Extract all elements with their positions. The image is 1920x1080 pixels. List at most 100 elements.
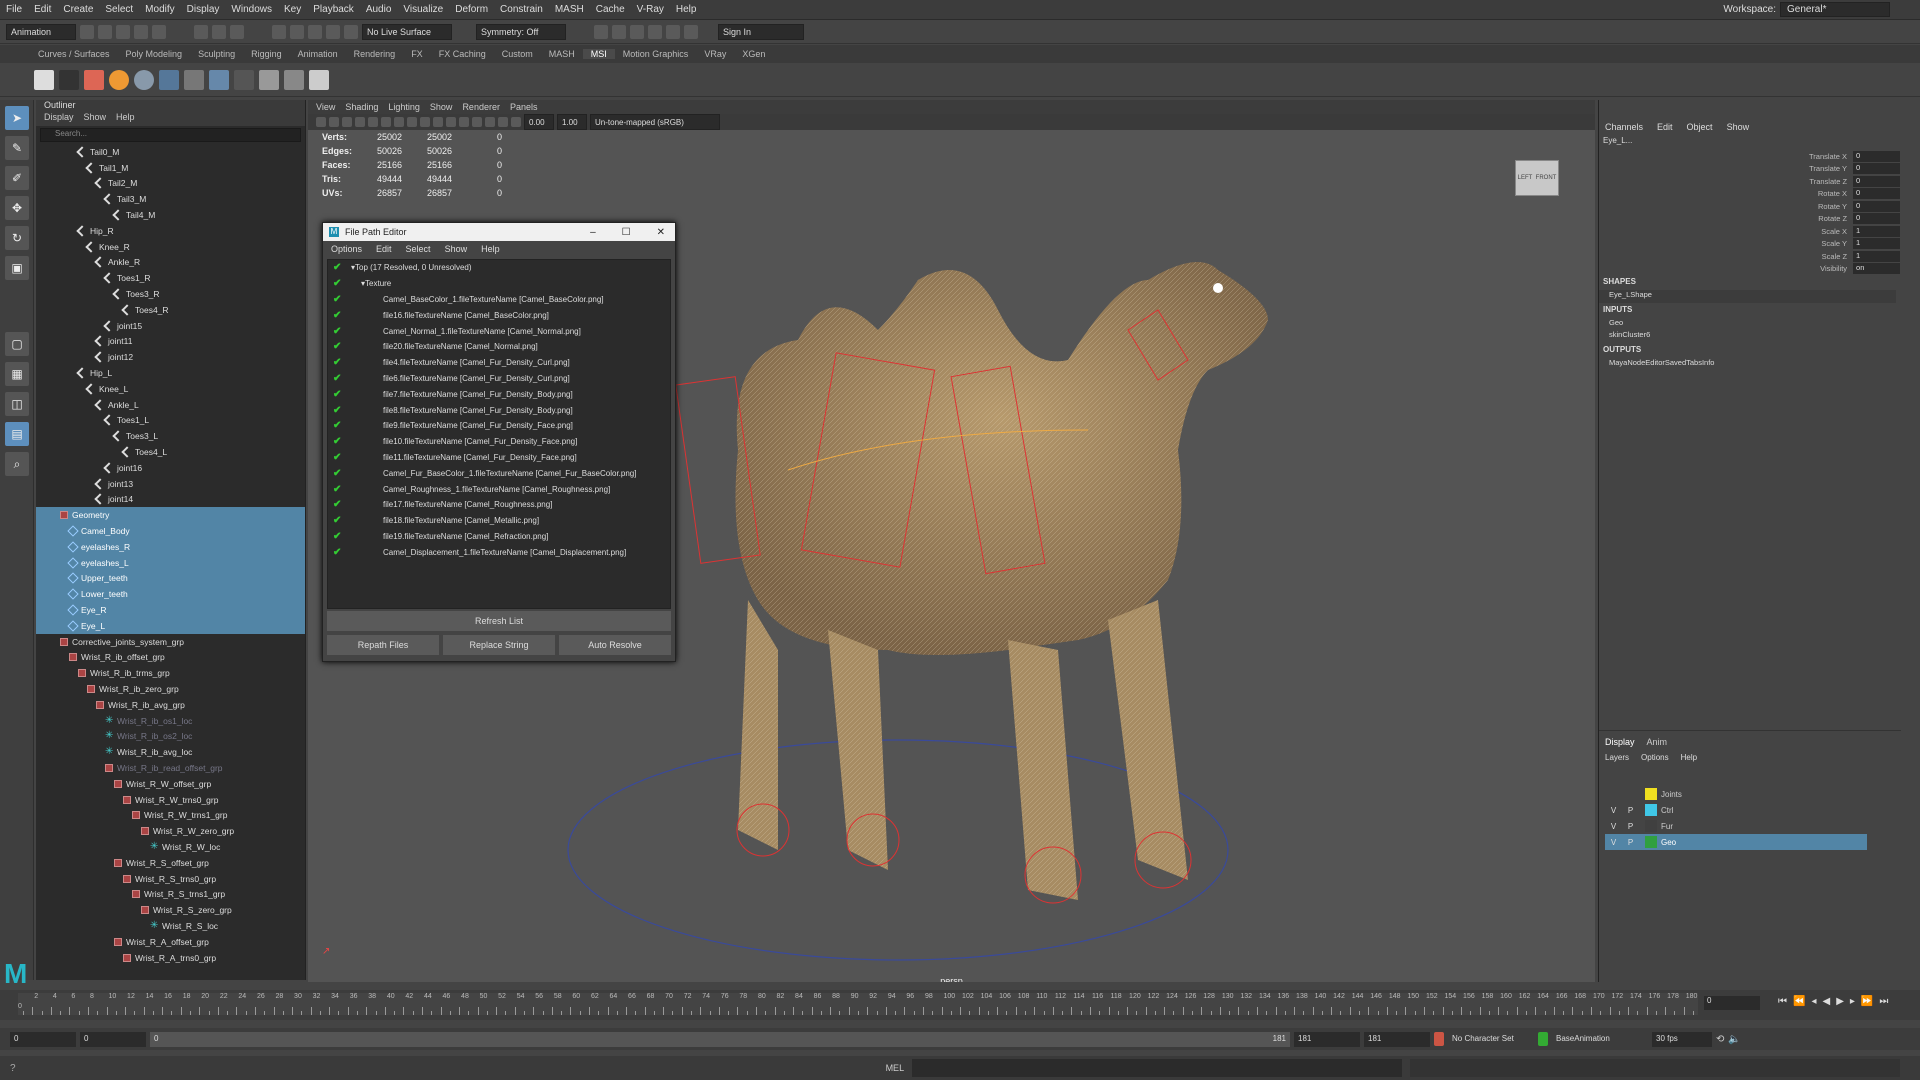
bookmark-icon[interactable] bbox=[342, 117, 352, 127]
outliner-row[interactable]: Wrist_R_ib_trms_grp bbox=[36, 665, 305, 681]
menu-audio[interactable]: Audio bbox=[360, 4, 398, 15]
shelf-tab-polymodeling[interactable]: Poly Modeling bbox=[118, 49, 191, 59]
menu-help[interactable]: Help bbox=[670, 4, 703, 15]
tab-display[interactable]: Display bbox=[1605, 737, 1635, 747]
outliner-row[interactable]: Eye_R bbox=[36, 602, 305, 618]
ipr-render-icon[interactable] bbox=[630, 24, 644, 39]
select-hierarchy-icon[interactable] bbox=[194, 24, 208, 39]
viewport-menu-lighting[interactable]: Lighting bbox=[388, 102, 420, 112]
channel-value[interactable]: 1 bbox=[1853, 250, 1900, 262]
menu-create[interactable]: Create bbox=[57, 4, 99, 15]
fpe-file-row[interactable]: ✔ file20.fileTextureName [Camel_Normal.pn… bbox=[328, 339, 670, 355]
outliner-row[interactable]: joint13 bbox=[36, 476, 305, 492]
move-tool-icon[interactable]: ✥ bbox=[5, 196, 29, 220]
loop-icon[interactable]: ⟲ bbox=[1716, 1034, 1724, 1045]
shelf-tab-custom[interactable]: Custom bbox=[494, 49, 541, 59]
snap-point-icon[interactable] bbox=[308, 24, 322, 39]
menu-file[interactable]: File bbox=[0, 4, 28, 15]
snap-view-icon[interactable] bbox=[326, 24, 340, 39]
channel-value[interactable]: 0 bbox=[1853, 163, 1900, 175]
channel-row[interactable]: Translate Z 0 bbox=[1599, 175, 1900, 188]
fpe-file-row[interactable]: ✔ file6.fileTextureName [Camel_Fur_Densit… bbox=[328, 371, 670, 387]
outliner-menu-display[interactable]: Display bbox=[44, 112, 74, 126]
menu-vray[interactable]: V-Ray bbox=[631, 4, 670, 15]
redo-icon[interactable] bbox=[152, 24, 166, 39]
menu-playback[interactable]: Playback bbox=[307, 4, 360, 15]
outliner-row[interactable]: joint16 bbox=[36, 460, 305, 476]
symmetry-dropdown[interactable]: Symmetry: Off bbox=[476, 23, 566, 40]
menu-key[interactable]: Key bbox=[278, 4, 307, 15]
shadows-icon[interactable] bbox=[472, 117, 482, 127]
safe-action-icon[interactable] bbox=[407, 117, 417, 127]
eye-l-mesh[interactable] bbox=[1213, 283, 1223, 293]
outliner-row[interactable]: Wrist_R_W_zero_grp bbox=[36, 823, 305, 839]
viewcube-left-face[interactable]: LEFT bbox=[1518, 175, 1533, 181]
step-forward-key-icon[interactable]: ⏩ bbox=[1861, 996, 1873, 1007]
fpe-file-row[interactable]: ✔ file4.fileTextureName [Camel_Fur_Densit… bbox=[328, 355, 670, 371]
lighting-icon[interactable] bbox=[459, 117, 469, 127]
channel-value[interactable]: 0 bbox=[1853, 175, 1900, 187]
character-set-dropdown[interactable]: No Character Set bbox=[1448, 1031, 1534, 1047]
layer-color-swatch[interactable] bbox=[1645, 804, 1657, 816]
shelf-sphere-icon[interactable] bbox=[109, 69, 129, 90]
shelf-script-icon[interactable] bbox=[34, 69, 54, 90]
repath-files-button[interactable]: Repath Files bbox=[327, 635, 439, 655]
script-language-label[interactable]: MEL bbox=[886, 1063, 905, 1073]
time-slider[interactable]: 2 4 6 8 10 12 14 16 18 20 22 24 26 28 30 32 34 36 38 40 42 44… bbox=[0, 990, 1920, 1020]
outliner-row[interactable]: Wrist_R_ib_avg_grp bbox=[36, 697, 305, 713]
undo-icon[interactable] bbox=[134, 24, 148, 39]
outliner-row[interactable]: joint14 bbox=[36, 492, 305, 508]
grid-toggle-icon[interactable] bbox=[368, 117, 378, 127]
fpe-file-row[interactable]: ✔ file16.fileTextureName [Camel_BaseColor… bbox=[328, 307, 670, 323]
snap-curve-icon[interactable] bbox=[290, 24, 304, 39]
cb-menu-show[interactable]: Show bbox=[1727, 122, 1750, 132]
fpe-titlebar[interactable]: M File Path Editor – ☐ ✕ bbox=[323, 223, 675, 241]
range-bar[interactable]: 0 181 bbox=[150, 1031, 1290, 1047]
snap-surface-icon[interactable] bbox=[344, 24, 358, 39]
outliner-row[interactable]: Hip_L bbox=[36, 365, 305, 381]
outliner-row[interactable]: Tail1_M bbox=[36, 160, 305, 176]
fpe-file-row[interactable]: ✔ file19.fileTextureName [Camel_Refractio… bbox=[328, 529, 670, 545]
viewport-menu-show[interactable]: Show bbox=[430, 102, 453, 112]
image-plane-icon[interactable] bbox=[355, 117, 365, 127]
auto-key-icon[interactable] bbox=[1434, 1032, 1444, 1046]
playback-end-field[interactable]: 181 bbox=[1294, 1031, 1360, 1047]
layers-menu-layers[interactable]: Layers bbox=[1605, 753, 1629, 762]
select-object-icon[interactable] bbox=[212, 24, 226, 39]
outliner-row[interactable]: Hip_R bbox=[36, 223, 305, 239]
menu-constrain[interactable]: Constrain bbox=[494, 4, 549, 15]
play-backward-icon[interactable]: ◀ bbox=[1822, 996, 1830, 1007]
layer-visibility-toggle[interactable]: V bbox=[1605, 806, 1622, 815]
menu-edit[interactable]: Edit bbox=[28, 4, 57, 15]
menu-select[interactable]: Select bbox=[99, 4, 139, 15]
outliner-search-input[interactable]: Search... bbox=[40, 128, 301, 142]
shelf-tab-rendering[interactable]: Rendering bbox=[346, 49, 404, 59]
outliner-row[interactable]: Corrective_joints_system_grp bbox=[36, 634, 305, 650]
outliner-row[interactable]: Toes4_L bbox=[36, 444, 305, 460]
display-layer-row[interactable]: V P Geo bbox=[1605, 834, 1867, 850]
outliner-row[interactable]: Toes3_L bbox=[36, 428, 305, 444]
step-back-key-icon[interactable]: ⏪ bbox=[1793, 996, 1805, 1007]
channel-row[interactable]: Scale Z 1 bbox=[1599, 250, 1900, 263]
channel-row[interactable]: Rotate X 0 bbox=[1599, 188, 1900, 201]
outliner-row[interactable]: Wrist_R_S_trns0_grp bbox=[36, 871, 305, 887]
outliner-row[interactable]: ✳ Wrist_R_W_loc bbox=[36, 839, 305, 855]
exposure-field[interactable]: 0.00 bbox=[524, 114, 554, 130]
fpe-file-row[interactable]: ✔ Camel_Normal_1.fileTextureName [Camel_N… bbox=[328, 323, 670, 339]
layer-playback-toggle[interactable]: P bbox=[1622, 838, 1639, 847]
lasso-tool-icon[interactable]: ✎ bbox=[5, 136, 29, 160]
outliner-row[interactable]: Toes1_R bbox=[36, 270, 305, 286]
menu-deform[interactable]: Deform bbox=[449, 4, 494, 15]
workspace-selector[interactable]: Workspace: General* bbox=[1723, 2, 1890, 17]
render-frame-icon[interactable] bbox=[594, 24, 608, 39]
shelf-network-icon[interactable] bbox=[209, 69, 229, 90]
viewcube-front-face[interactable]: FRONT bbox=[1536, 175, 1557, 181]
sound-icon[interactable]: 🔈 bbox=[1728, 1034, 1740, 1045]
outliner-row[interactable]: Tail3_M bbox=[36, 191, 305, 207]
fpe-file-row[interactable]: ✔ file10.fileTextureName [Camel_Fur_Densi… bbox=[328, 434, 670, 450]
go-to-end-icon[interactable]: ⏭ bbox=[1879, 996, 1888, 1007]
outliner-row[interactable]: ✳ Wrist_R_ib_os1_loc bbox=[36, 713, 305, 729]
layer-visibility-toggle[interactable]: V bbox=[1605, 822, 1622, 831]
input-node-geo[interactable]: Geo bbox=[1599, 318, 1900, 331]
paint-select-icon[interactable]: ✐ bbox=[5, 166, 29, 190]
